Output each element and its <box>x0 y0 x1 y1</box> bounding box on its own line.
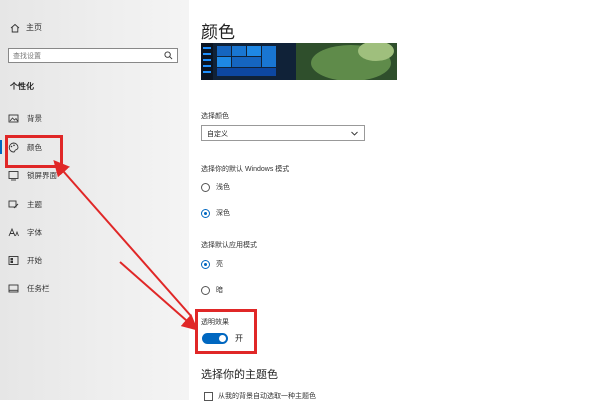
sidebar-item-start[interactable]: 开始 <box>0 250 189 270</box>
radio-dot <box>201 259 210 269</box>
start-icon <box>8 255 19 265</box>
home-label: 主页 <box>26 23 42 32</box>
choose-color-dropdown[interactable]: 自定义 <box>201 125 365 141</box>
taskbar-icon <box>8 284 19 292</box>
radio-label: 深色 <box>216 210 230 217</box>
highlight-box-colors <box>5 135 63 168</box>
font-icon <box>8 227 19 236</box>
theme-color-title: 选择你的主题色 <box>201 369 278 381</box>
dropdown-value: 自定义 <box>207 131 228 138</box>
app-mode-dark-radio[interactable]: 暗 <box>201 285 223 295</box>
sidebar-item-label: 任务栏 <box>27 283 50 293</box>
settings-sidebar: 主页 查找设置 个性化 背景 颜色 锁屏界面 主题 字体 开始 任务栏 <box>0 0 189 400</box>
choose-color-label: 选择颜色 <box>201 113 229 120</box>
sidebar-item-taskbar[interactable]: 任务栏 <box>0 278 189 298</box>
radio-label: 亮 <box>216 261 223 268</box>
sidebar-item-label: 开始 <box>27 255 42 265</box>
radio-dot <box>201 208 210 218</box>
sidebar-item-themes[interactable]: 主题 <box>0 194 189 214</box>
home-nav[interactable]: 主页 <box>10 22 42 33</box>
search-settings-input[interactable]: 查找设置 <box>8 48 178 63</box>
chevron-down-icon <box>351 131 358 136</box>
sidebar-item-fonts[interactable]: 字体 <box>0 222 189 242</box>
sidebar-item-label: 背景 <box>27 113 42 123</box>
radio-dot <box>201 182 210 192</box>
sidebar-item-label: 字体 <box>27 227 42 237</box>
search-placeholder: 查找设置 <box>13 53 41 60</box>
windows-mode-label: 选择你的默认 Windows 模式 <box>201 166 290 173</box>
windows-mode-light-radio[interactable]: 浅色 <box>201 182 230 192</box>
page-title: 颜色 <box>201 23 235 42</box>
sidebar-item-label: 锁屏界面 <box>27 170 57 180</box>
windows-mode-dark-radio[interactable]: 深色 <box>201 208 230 218</box>
picture-icon <box>8 114 19 122</box>
theme-preview-image <box>201 43 397 80</box>
sidebar-item-background[interactable]: 背景 <box>0 108 189 128</box>
lock-screen-icon <box>8 170 19 180</box>
app-mode-label: 选择默认应用模式 <box>201 242 257 249</box>
sidebar-item-lock-screen[interactable]: 锁屏界面 <box>0 165 189 185</box>
radio-label: 暗 <box>216 287 223 294</box>
app-mode-light-radio[interactable]: 亮 <box>201 259 223 269</box>
search-icon[interactable] <box>164 51 173 60</box>
highlight-box-transparency <box>195 309 257 354</box>
brush-icon <box>8 200 19 208</box>
home-icon <box>10 23 20 32</box>
radio-label: 浅色 <box>216 184 230 191</box>
sidebar-item-label: 主题 <box>27 199 42 209</box>
radio-dot <box>201 285 210 295</box>
section-title: 个性化 <box>10 82 34 91</box>
